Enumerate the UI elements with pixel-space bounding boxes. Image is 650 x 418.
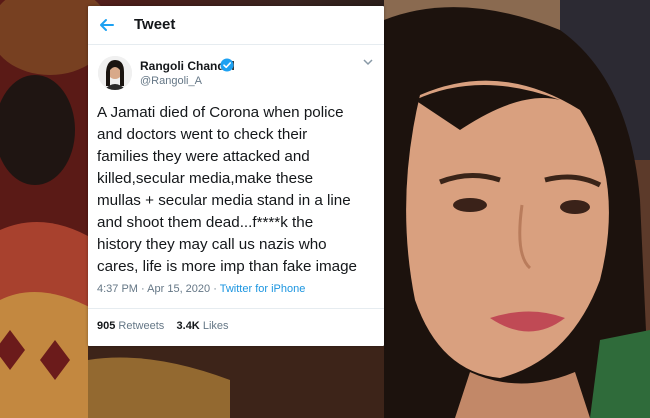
tweet-meta: 4:37 PM · Apr 15, 2020 · Twitter for iPh… <box>97 283 305 295</box>
tweet-header: Tweet <box>88 6 384 45</box>
likes-label: Likes <box>202 320 229 332</box>
verified-badge-svg <box>220 58 234 72</box>
retweets-stat[interactable]: 905 Retweets <box>97 320 164 332</box>
meta-separator: · <box>213 283 217 295</box>
retweets-count: 905 <box>97 320 116 332</box>
retweets-label: Retweets <box>118 320 165 332</box>
author-handle[interactable]: @Rangoli_A <box>140 75 202 87</box>
chevron-down-svg <box>363 59 373 66</box>
likes-stat[interactable]: 3.4K Likes <box>177 320 229 332</box>
meta-separator: · <box>141 283 145 295</box>
back-arrow-icon-svg <box>100 19 114 31</box>
divider <box>88 308 384 309</box>
tweet-stats: 905 Retweets 3.4K Likes <box>97 320 229 332</box>
header-title: Tweet <box>134 16 176 33</box>
likes-count: 3.4K <box>176 320 200 332</box>
tweet-card: Tweet Rangoli Chandel @Rangoli_A A Jamat… <box>88 6 384 346</box>
tweet-source-link[interactable]: Twitter for iPhone <box>220 283 306 295</box>
tweet-date: Apr 15, 2020 <box>147 283 211 295</box>
chevron-down-icon[interactable] <box>362 56 374 68</box>
tweet-time: 4:37 PM <box>97 283 138 295</box>
avatar-image <box>98 56 132 90</box>
tweet-text: A Jamati died of Corona when police and … <box>97 104 357 275</box>
back-arrow-icon[interactable] <box>98 16 116 34</box>
verified-badge-icon <box>220 58 234 72</box>
avatar[interactable] <box>98 56 132 90</box>
